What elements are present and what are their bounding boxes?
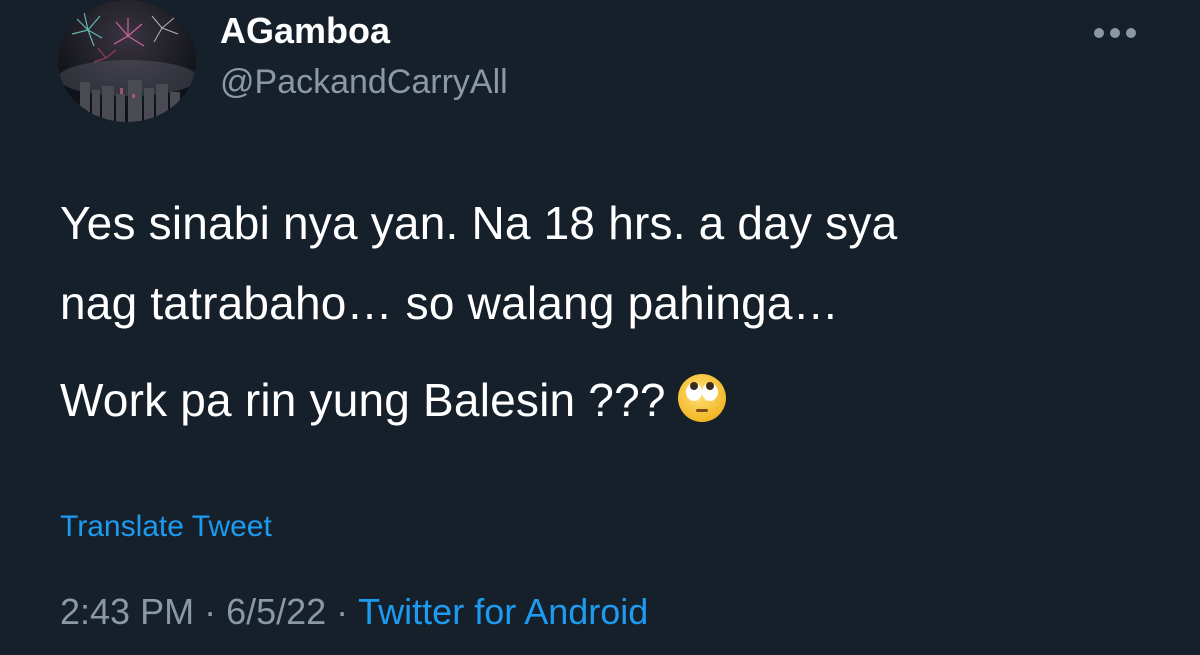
face-with-rolling-eyes-icon (676, 372, 728, 435)
tweet-card: AGamboa @PackandCarryAll Yes sinabi nya … (0, 0, 1200, 655)
more-dot (1126, 28, 1136, 38)
tweet-text-line: Work pa rin yung Balesin ??? (60, 374, 666, 426)
separator: · (204, 591, 217, 632)
tweet-text-line: Yes sinabi nya yan. Na 18 hrs. a day sya (60, 197, 898, 249)
tweet-metadata: 2:43 PM · 6/5/22 · Twitter for Android (60, 590, 648, 634)
tweet-text-line: nag tatrabaho… so walang pahinga… (60, 277, 839, 329)
user-handle[interactable]: @PackandCarryAll (220, 62, 508, 102)
avatar-fireworks-image (58, 0, 196, 122)
tweet-date[interactable]: 6/5/22 (226, 591, 326, 632)
avatar[interactable] (58, 0, 196, 122)
more-dot (1094, 28, 1104, 38)
tweet-time[interactable]: 2:43 PM (60, 591, 194, 632)
tweet-text-line-with-emoji: Work pa rin yung Balesin ??? (60, 372, 728, 435)
more-options-icon[interactable] (1090, 18, 1140, 46)
display-name[interactable]: AGamboa (220, 10, 390, 52)
more-dot (1110, 28, 1120, 38)
tweet-source-link[interactable]: Twitter for Android (358, 591, 648, 632)
translate-tweet-link[interactable]: Translate Tweet (60, 508, 272, 546)
separator: · (336, 591, 349, 632)
